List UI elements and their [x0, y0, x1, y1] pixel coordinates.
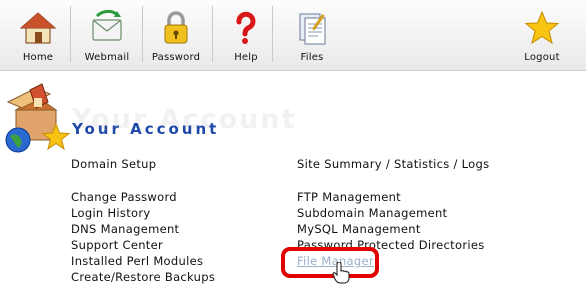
- toolbar-divider: [212, 6, 213, 62]
- file-manager-highlight: [281, 247, 379, 278]
- subdomain-management-link[interactable]: Subdomain Management: [297, 206, 447, 220]
- domain-setup-link[interactable]: Domain Setup: [71, 157, 156, 171]
- home-label: Home: [22, 52, 54, 63]
- webmail-label: Webmail: [84, 52, 130, 63]
- webmail-button[interactable]: Webmail: [82, 0, 132, 70]
- account-logo-icon: [5, 83, 71, 153]
- toolbar-divider: [142, 6, 143, 62]
- change-password-link[interactable]: Change Password: [71, 190, 177, 204]
- padlock-icon: [164, 11, 188, 44]
- toolbar-divider: [272, 6, 273, 62]
- page-title: Your Account: [72, 120, 220, 138]
- site-summary-link[interactable]: Site Summary / Statistics / Logs: [297, 157, 489, 171]
- help-button[interactable]: Help: [228, 0, 264, 70]
- password-button[interactable]: Password: [150, 0, 202, 70]
- home-icon: [19, 12, 57, 44]
- files-button[interactable]: Files: [292, 0, 332, 70]
- help-label: Help: [234, 52, 258, 63]
- question-icon: [236, 11, 256, 44]
- logout-label: Logout: [524, 52, 560, 63]
- create-restore-backups-link[interactable]: Create/Restore Backups: [71, 270, 215, 284]
- toolbar-divider: [70, 6, 71, 62]
- webmail-icon: [92, 10, 122, 41]
- top-toolbar: Home Webmail Password Help Files Logout: [0, 0, 586, 71]
- ftp-management-link[interactable]: FTP Management: [297, 190, 401, 204]
- mysql-management-link[interactable]: MySQL Management: [297, 222, 421, 236]
- support-center-link[interactable]: Support Center: [71, 238, 163, 252]
- installed-perl-modules-link[interactable]: Installed Perl Modules: [71, 254, 203, 268]
- logout-button[interactable]: Logout: [520, 0, 564, 70]
- files-icon: [299, 13, 326, 45]
- hand-cursor-icon: [332, 262, 350, 284]
- files-label: Files: [300, 52, 324, 63]
- dns-management-link[interactable]: DNS Management: [71, 222, 179, 236]
- password-label: Password: [151, 52, 201, 63]
- star-icon: [524, 10, 560, 45]
- login-history-link[interactable]: Login History: [71, 206, 151, 220]
- home-button[interactable]: Home: [16, 0, 60, 70]
